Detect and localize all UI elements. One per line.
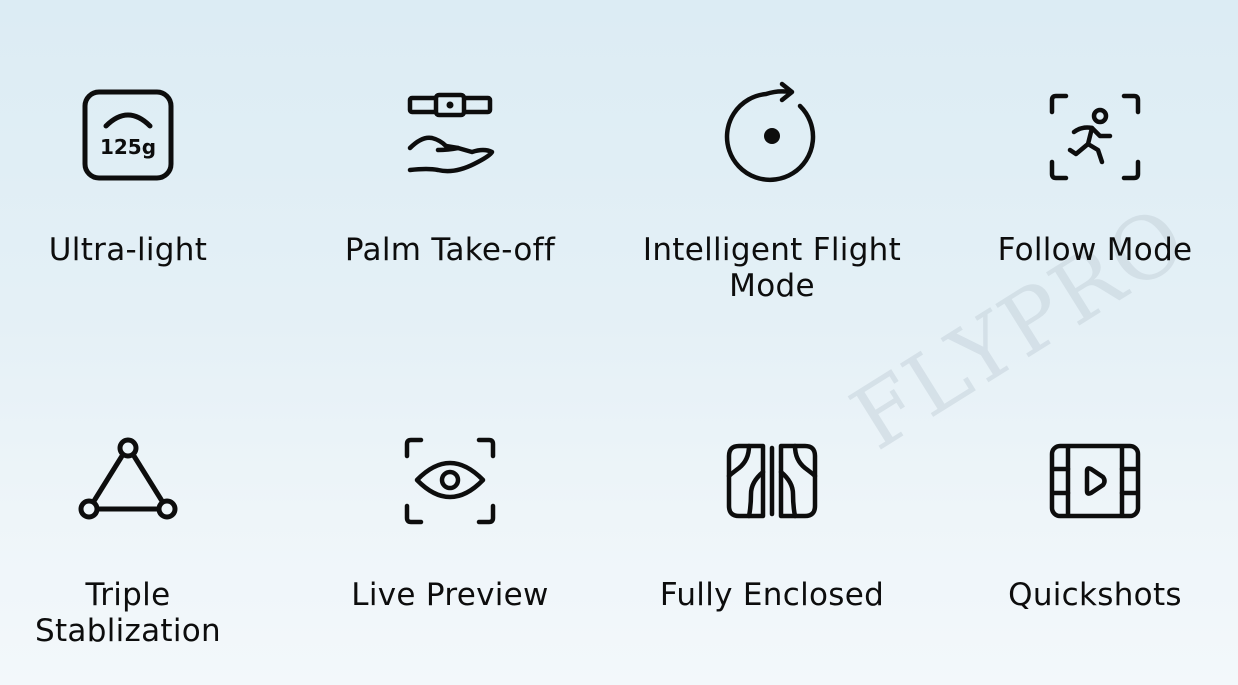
feature-label: Fully Enclosed bbox=[659, 577, 885, 613]
feature-label-line-2: Mode bbox=[729, 268, 815, 304]
feature-label: Quickshots bbox=[1008, 577, 1182, 613]
feature-label: Follow Mode bbox=[997, 232, 1193, 268]
feature-label: Ultra-light bbox=[48, 232, 208, 268]
feature-label-line-1: Triple bbox=[85, 577, 171, 613]
palm-takeoff-icon bbox=[404, 92, 496, 182]
follow-mode-icon bbox=[1048, 92, 1142, 182]
feature-label-line-1: Intelligent Flight bbox=[642, 232, 902, 268]
fully-enclosed-icon bbox=[725, 442, 819, 520]
svg-text:125g: 125g bbox=[100, 135, 156, 159]
feature-label: Palm Take-off bbox=[344, 232, 556, 268]
feature-label: Live Preview bbox=[351, 577, 549, 613]
feature-label-line-2: Stablization bbox=[35, 613, 221, 649]
live-preview-icon bbox=[403, 436, 497, 526]
watermark: FLYPRO bbox=[835, 187, 1205, 470]
weight-scale-icon: 125g bbox=[80, 88, 176, 184]
quickshots-icon bbox=[1049, 443, 1141, 519]
triple-stabilization-icon bbox=[78, 437, 178, 523]
intelligent-flight-icon bbox=[722, 80, 822, 184]
